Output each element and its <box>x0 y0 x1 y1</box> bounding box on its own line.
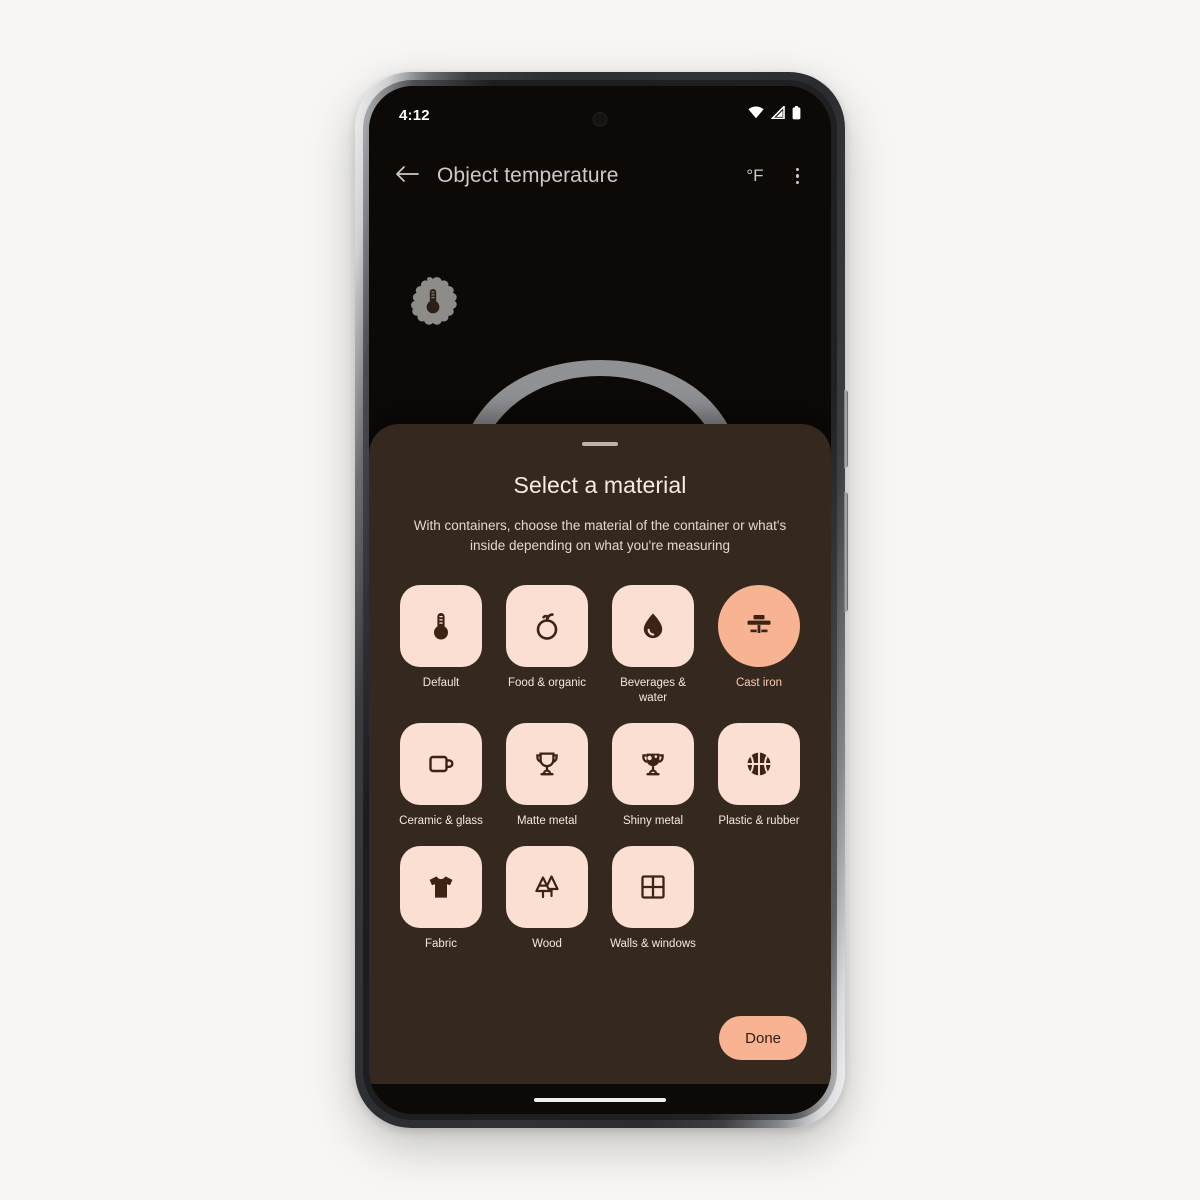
phone-screen: 4:12 Object temperature °F Select a mate… <box>369 86 831 1114</box>
material-bottom-sheet: Select a material With containers, choos… <box>369 424 831 1114</box>
material-tile <box>612 585 694 668</box>
material-item-fabric[interactable]: Fabric <box>395 846 487 951</box>
material-label: Fabric <box>425 938 457 951</box>
volume-button[interactable] <box>844 492 848 612</box>
material-label: Plastic & rubber <box>718 814 800 827</box>
material-label: Matte metal <box>516 814 578 827</box>
material-label: Wood <box>532 938 562 951</box>
material-item-ceramic-glass[interactable]: Ceramic & glass <box>395 722 487 828</box>
material-item-matte-metal[interactable]: Matte metal <box>501 722 593 828</box>
power-button[interactable] <box>844 390 848 468</box>
mug-icon <box>429 755 454 773</box>
material-tile-selected <box>718 585 800 668</box>
cellular-signal-icon <box>770 104 785 124</box>
page-title: Object temperature <box>437 164 619 187</box>
temperature-unit-toggle[interactable]: °F <box>738 162 771 190</box>
window-grid-icon <box>641 875 665 899</box>
material-item-default[interactable]: Default <box>395 585 487 705</box>
material-tile <box>400 585 482 668</box>
front-camera <box>592 112 608 127</box>
material-item-cast-iron[interactable]: Cast iron <box>713 585 805 705</box>
material-label: Ceramic & glass <box>399 814 483 827</box>
status-time: 4:12 <box>399 106 430 124</box>
material-tile <box>612 846 694 929</box>
status-icons <box>748 104 801 125</box>
material-item-wood[interactable]: Wood <box>501 846 593 951</box>
more-vert-icon[interactable] <box>786 162 810 191</box>
material-tile <box>506 846 588 929</box>
thermometer-icon <box>434 613 448 640</box>
apple-icon <box>536 613 558 640</box>
material-label: Food & organic <box>508 677 586 690</box>
thermometer-badge-icon <box>402 272 464 334</box>
material-tile <box>400 846 482 929</box>
material-label: Beverages & water <box>620 677 686 704</box>
material-label: Walls & windows <box>610 938 696 951</box>
app-bar: Object temperature °F <box>369 144 831 208</box>
material-tile <box>506 585 588 668</box>
drag-handle[interactable] <box>582 442 618 446</box>
material-label: Default <box>422 677 460 690</box>
material-item-food-organic[interactable]: Food & organic <box>501 585 593 705</box>
trophy-shiny-icon <box>642 753 664 776</box>
home-gesture-pill[interactable] <box>534 1098 666 1102</box>
material-grid: Default Food & organic Beverages & water… <box>395 585 805 952</box>
material-tile <box>506 722 588 805</box>
material-label: Cast iron <box>735 677 783 690</box>
battery-icon <box>792 105 801 125</box>
material-item-walls-windows[interactable]: Walls & windows <box>607 846 699 951</box>
arrow-back-icon[interactable] <box>391 160 423 193</box>
material-item-plastic-rubber[interactable]: Plastic & rubber <box>713 722 805 828</box>
tshirt-icon <box>429 876 453 898</box>
water-drop-icon <box>643 613 663 639</box>
wifi-icon <box>748 106 764 124</box>
done-button-container: Done <box>719 1016 807 1060</box>
sheet-title: Select a material <box>513 472 687 498</box>
basketball-icon <box>747 752 771 776</box>
material-tile <box>612 722 694 805</box>
trophy-outline-icon <box>536 752 558 776</box>
material-tile <box>400 722 482 805</box>
material-item-shiny-metal[interactable]: Shiny metal <box>607 722 699 828</box>
done-button[interactable]: Done <box>719 1016 807 1060</box>
trees-icon <box>535 875 559 899</box>
phone-device: 4:12 Object temperature °F Select a mate… <box>355 72 848 1128</box>
material-label: Shiny metal <box>622 814 684 827</box>
thermometer-app: 4:12 Object temperature °F Select a mate… <box>369 86 831 1114</box>
sheet-subtitle: With containers, choose the material of … <box>413 518 787 553</box>
material-item-beverages-water[interactable]: Beverages & water <box>607 585 699 705</box>
skillet-icon <box>747 615 771 634</box>
material-tile <box>718 722 800 805</box>
